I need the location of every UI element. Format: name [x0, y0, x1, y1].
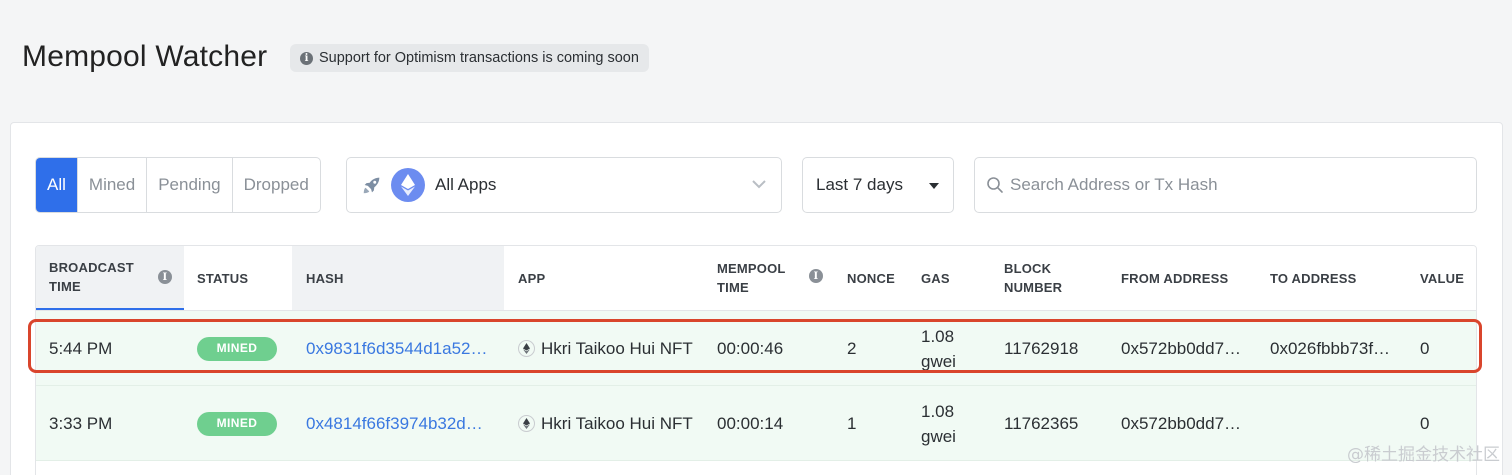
cell-block-number: 11762365: [1004, 414, 1079, 433]
column-header-value[interactable]: VALUE: [1420, 246, 1476, 310]
cell-mempool-time: 00:00:46: [717, 339, 784, 358]
column-header-from-address[interactable]: FROM ADDRESS: [1121, 246, 1261, 310]
cell-mempool-time: 00:00:14: [717, 414, 784, 433]
column-header-app[interactable]: APP: [518, 246, 708, 310]
gas-unit: gwei: [921, 351, 956, 371]
column-header-mempool-time[interactable]: MEMPOOL TIME i: [717, 246, 837, 310]
cell-value: 0: [1420, 339, 1430, 358]
app-name: Hkri Taikoo Hui NFT: [541, 339, 693, 358]
cell-gas: 1.08 gwei: [921, 386, 956, 461]
watermark: @稀土掘金技术社区: [1347, 445, 1500, 465]
cell-broadcast-time: 5:44 PM: [49, 339, 113, 358]
ethereum-icon: [518, 340, 535, 357]
status-filter-tabs: All Mined Pending Dropped: [35, 157, 321, 213]
status-badge: MINED: [197, 336, 277, 361]
cell-status: MINED: [197, 386, 277, 461]
cell-gas: 1.08 gwei: [921, 311, 956, 386]
cell-hash-link[interactable]: 0x9831f6d3544d1a52…: [306, 311, 488, 386]
tab-dropped[interactable]: Dropped: [231, 158, 320, 212]
column-header-hash[interactable]: HASH: [292, 246, 504, 310]
column-header-block-number[interactable]: BLOCK NUMBER: [1004, 246, 1084, 310]
cell-from-address[interactable]: 0x572bb0dd7…: [1121, 386, 1241, 461]
search-box[interactable]: [974, 157, 1477, 213]
cell-nonce: 2: [847, 339, 857, 358]
tab-mined[interactable]: Mined: [76, 158, 146, 212]
notice-text: Support for Optimism transactions is com…: [319, 50, 639, 66]
column-header-gas[interactable]: GAS: [921, 246, 991, 310]
column-header-broadcast-time[interactable]: BROADCAST TIME i: [36, 246, 184, 310]
gas-value: 1.08: [921, 326, 955, 346]
status-badge: MINED: [197, 411, 277, 436]
table-header: BROADCAST TIME i STATUS HASH APP MEMPOOL…: [36, 246, 1476, 311]
tab-all[interactable]: All: [36, 158, 77, 212]
info-icon: i: [300, 51, 313, 65]
gas-value: 1.08: [921, 401, 955, 421]
search-input[interactable]: [1010, 175, 1450, 195]
info-icon[interactable]: i: [809, 269, 823, 283]
notice-banner: i Support for Optimism transactions is c…: [290, 44, 649, 72]
cell-block-number: 11762918: [1004, 339, 1079, 358]
cell-app[interactable]: Hkri Taikoo Hui NFT: [518, 311, 693, 386]
cell-status: MINED: [197, 311, 277, 386]
cell-nonce: 1: [847, 414, 857, 433]
column-header-nonce[interactable]: NONCE: [847, 246, 917, 310]
page-title: Mempool Watcher: [22, 40, 268, 73]
chevron-down-icon: [752, 180, 766, 189]
search-icon: [987, 177, 1003, 193]
app-name: Hkri Taikoo Hui NFT: [541, 414, 693, 433]
table-row[interactable]: 3:33 PM MINED 0x4814f66f3974b32d… Hkri T…: [36, 386, 1476, 461]
column-header-to-address[interactable]: TO ADDRESS: [1270, 246, 1410, 310]
apps-select[interactable]: All Apps: [346, 157, 782, 213]
cell-broadcast-time: 3:33 PM: [49, 414, 113, 433]
cell-app[interactable]: Hkri Taikoo Hui NFT: [518, 386, 693, 461]
caret-down-icon: [929, 183, 939, 189]
column-header-status[interactable]: STATUS: [184, 246, 292, 310]
cell-to-address[interactable]: 0x026fbbb73f…: [1270, 311, 1390, 386]
rocket-icon: [363, 177, 380, 194]
period-select[interactable]: Last 7 days: [802, 157, 954, 213]
tab-pending[interactable]: Pending: [146, 158, 231, 212]
period-select-label: Last 7 days: [816, 175, 903, 194]
gas-unit: gwei: [921, 426, 956, 446]
cell-from-address[interactable]: 0x572bb0dd7…: [1121, 311, 1241, 386]
cell-hash-link[interactable]: 0x4814f66f3974b32d…: [306, 386, 483, 461]
table-row[interactable]: 5:44 PM MINED 0x9831f6d3544d1a52… Hkri T…: [36, 311, 1476, 386]
apps-select-label: All Apps: [435, 175, 497, 194]
ethereum-icon: [391, 168, 425, 202]
info-icon[interactable]: i: [158, 270, 172, 284]
ethereum-icon: [518, 415, 535, 432]
transactions-table: BROADCAST TIME i STATUS HASH APP MEMPOOL…: [35, 245, 1477, 475]
